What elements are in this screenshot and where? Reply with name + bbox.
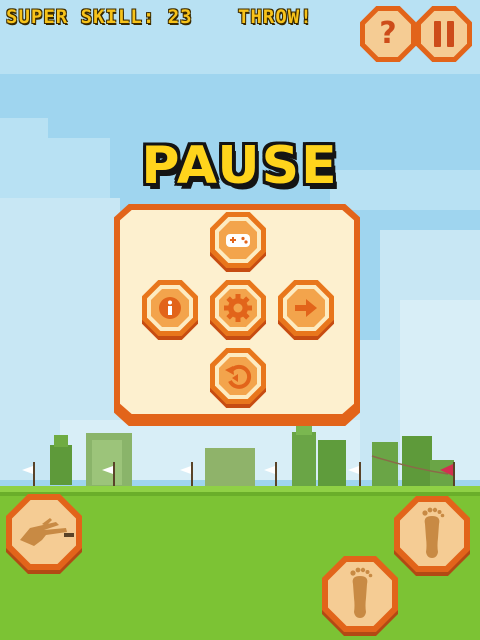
resume-button[interactable]	[278, 280, 334, 340]
question-mark-icon: ?	[379, 16, 397, 51]
help-button[interactable]: ?	[360, 6, 416, 62]
right-foot-button[interactable]	[394, 496, 470, 576]
footprint-icon	[422, 507, 445, 558]
super-skill-counter: SUPER SKILL: 23	[6, 6, 193, 28]
gear-icon	[224, 294, 252, 322]
throw-hand-button[interactable]	[6, 494, 82, 574]
restart-icon	[225, 364, 252, 389]
info-icon	[159, 297, 181, 319]
left-foot-button[interactable]	[322, 556, 398, 636]
footprint-icon	[350, 567, 373, 618]
arrow-right-icon	[295, 299, 317, 317]
info-button[interactable]	[142, 280, 198, 340]
gamepad-icon	[226, 234, 250, 247]
pause-icon	[434, 21, 454, 47]
hand-icon	[20, 518, 74, 546]
pause-button[interactable]	[416, 6, 472, 62]
pause-title: PAUSE	[141, 136, 339, 196]
throw-label: THROW!	[238, 6, 313, 28]
restart-button[interactable]	[210, 348, 266, 408]
settings-button[interactable]	[210, 280, 266, 340]
more-games-button[interactable]	[210, 212, 266, 272]
